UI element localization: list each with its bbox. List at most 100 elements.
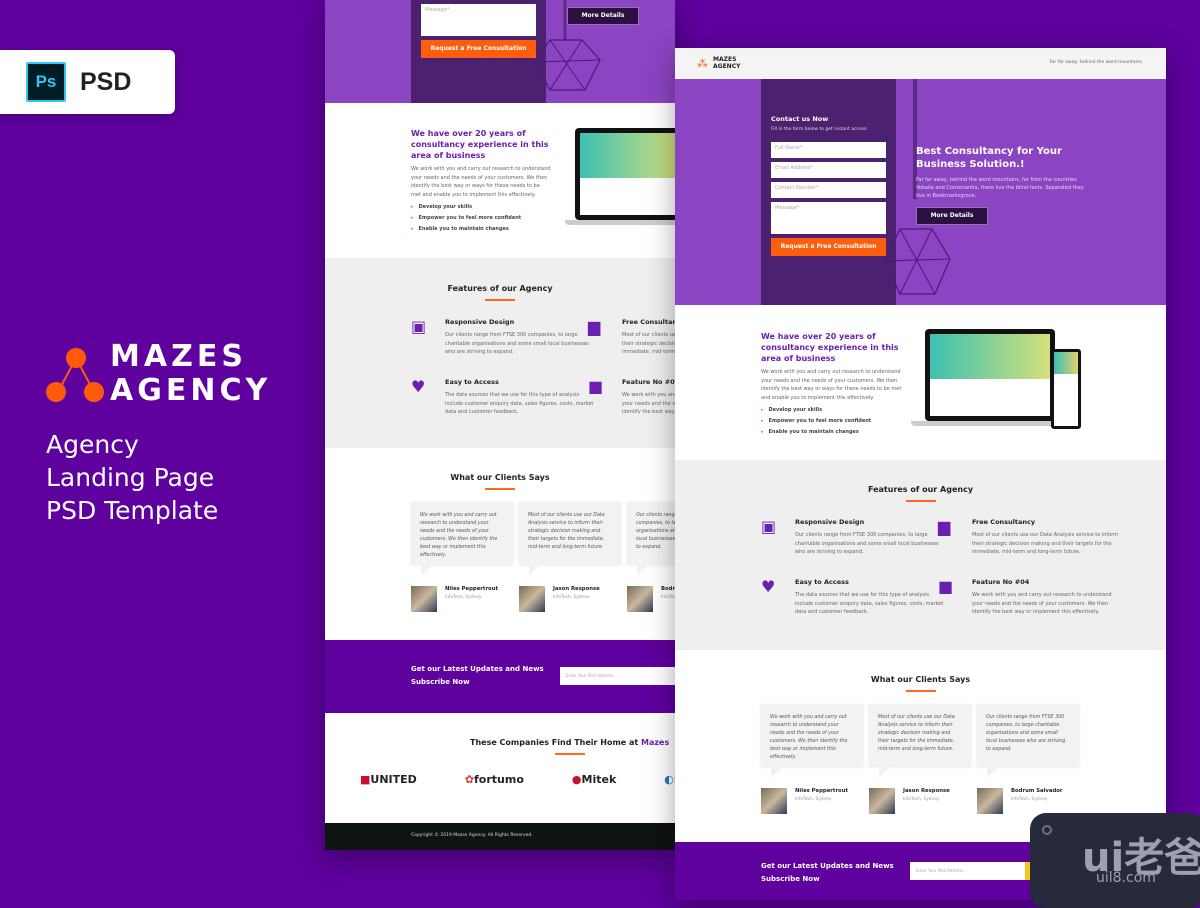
trolley-box-icon: ■ xyxy=(938,577,954,596)
feature-body: Most of our clients use our Data Analysi… xyxy=(972,532,1119,555)
laptop-tablet-mockup xyxy=(911,329,1086,429)
photoshop-icon: Ps xyxy=(26,62,66,102)
tagline-line: PSD Template xyxy=(46,496,219,525)
testimonial-quote: We work with you and carry out research … xyxy=(411,502,513,576)
newsletter-section: Get our Latest Updates and News Subscribe… xyxy=(325,640,675,713)
testimonials-title: What our Clients Says xyxy=(450,473,550,482)
full-name-field[interactable]: Full Name* xyxy=(771,142,886,158)
request-consultation-button[interactable]: Request a Free Consultation xyxy=(771,238,886,256)
page-preview-back: Message* Request a Free Consultation Mor… xyxy=(325,0,675,850)
access-hand-icon: ♥ xyxy=(761,577,776,596)
feature-body: We work with you and carry out research … xyxy=(622,392,675,415)
author-name: Bodrum Salvador xyxy=(661,586,675,592)
tagline-line: Landing Page xyxy=(46,463,215,492)
page-preview-front: ⁂ MAZES AGENCY Far far away, behind the w… xyxy=(675,48,1166,900)
feature-title: Easy to Access xyxy=(795,578,849,586)
avatar xyxy=(761,788,787,814)
newsletter-subheading: Subscribe Now xyxy=(411,678,470,686)
testimonial-card: We work with you and carry out research … xyxy=(411,502,513,612)
newsletter-heading: Get our Latest Updates and News xyxy=(411,665,544,673)
consultant-screen-icon: ▆ xyxy=(588,317,601,336)
site-header: ⁂ MAZES AGENCY Far far away, behind the w… xyxy=(675,48,1166,79)
author-name: Niles Peppertrout xyxy=(445,586,499,592)
brand-logo: MAZES AGENCY xyxy=(46,340,271,408)
about-title: We have over 20 years of consultancy exp… xyxy=(411,129,549,160)
watermark-url: uil8.com xyxy=(1096,870,1156,886)
testimonial-quote: Most of our clients use our Data Analysi… xyxy=(519,502,621,576)
avatar xyxy=(627,586,653,612)
trolley-box-icon: ■ xyxy=(588,377,604,396)
author-name: Niles Peppertrout xyxy=(795,788,849,794)
hero-section: Message* Request a Free Consultation Mor… xyxy=(325,0,675,103)
companies-title: These Companies Find Their Home at Mazes xyxy=(470,738,670,747)
author-org: InfoTech, Sydney xyxy=(1011,797,1048,802)
header-logo: ⁂ MAZES AGENCY xyxy=(697,56,741,70)
about-title: We have over 20 years of consultancy exp… xyxy=(761,332,899,363)
testimonial-card: Most of our clients use our Data Analysi… xyxy=(519,502,621,612)
footer: Copyright © 2019 Mazes Agency. All Right… xyxy=(325,823,675,850)
author-name: Jason Response xyxy=(903,788,950,794)
author-name: Bodrum Salvador xyxy=(1011,788,1063,794)
newsletter-subheading: Subscribe Now xyxy=(761,875,820,883)
psd-badge: Ps PSD xyxy=(0,50,175,114)
mitek-logo: ● Mitek xyxy=(571,773,617,786)
testimonial-card: Our clients range from FTSE 300 companie… xyxy=(627,502,675,612)
author-name: Jason Response xyxy=(553,586,600,592)
author-org: InfoTech, Sydney xyxy=(661,595,675,600)
feature-title: Easy to Access xyxy=(445,378,499,386)
message-field[interactable]: Message* xyxy=(421,4,536,36)
fortumo-logo: ✿ fortumo xyxy=(464,773,524,786)
feature-body: Our clients range from FTSE 300 companie… xyxy=(795,532,939,555)
consultant-screen-icon: ▆ xyxy=(938,517,951,536)
contact-number-field[interactable]: Contact Number* xyxy=(771,182,886,198)
about-bullet: Enable you to maintain changes xyxy=(411,226,551,232)
testimonial-card: We work with you and carry out research … xyxy=(761,704,863,814)
email-field[interactable]: Email Address* xyxy=(771,162,886,178)
united-logo: ■ UNITED xyxy=(360,773,417,786)
about-body: We work with you and carry out research … xyxy=(761,369,902,401)
watermark: ui老爸 uil8.com xyxy=(1030,813,1200,908)
feature-title: Responsive Design xyxy=(795,518,865,526)
newsletter-heading: Get our Latest Updates and News xyxy=(761,862,894,870)
feature-body: We work with you and carry out research … xyxy=(972,592,1112,615)
testimonial-card: Most of our clients use our Data Analysi… xyxy=(869,704,971,814)
brand-name-line2: AGENCY xyxy=(110,373,272,408)
newsletter-email-input[interactable]: Enter Your Mail Address... xyxy=(910,862,1025,880)
avatar xyxy=(519,586,545,612)
message-field[interactable]: Message* xyxy=(771,202,886,234)
request-consultation-button[interactable]: Request a Free Consultation xyxy=(421,40,536,58)
psd-label: PSD xyxy=(80,67,132,96)
mazes-logo-icon: ⁂ xyxy=(697,56,708,70)
about-bullet: Develop your skills xyxy=(411,204,551,210)
newsletter-email-input[interactable]: Enter Your Mail Address... xyxy=(560,667,675,685)
hero-body: Far far away, behind the word mountains,… xyxy=(916,177,1084,199)
contact-title: Contact us Now xyxy=(771,115,829,123)
hero-section: Contact us Now Fill in the form below to… xyxy=(675,79,1166,305)
laptop-mockup xyxy=(565,128,675,226)
author-org: InfoTech, Sydney xyxy=(795,797,832,802)
company-logos: ■UNITED ✿fortumo ●Mitek ◐Eme xyxy=(360,773,675,786)
about-section: We have over 20 years of consultancy exp… xyxy=(325,103,675,258)
feature-body: Most of our clients use our Data Analysi… xyxy=(622,332,675,355)
feature-body: The data sources that we use for this ty… xyxy=(795,592,944,615)
author-org: InfoTech, Sydney xyxy=(903,797,940,802)
about-section: We have over 20 years of consultancy exp… xyxy=(675,305,1166,460)
avatar xyxy=(411,586,437,612)
product-tagline: Agency Landing Page PSD Template xyxy=(46,428,218,527)
header-tagline: Far far away, behind the word mountains xyxy=(1049,60,1142,65)
eme-logo: ◐Eme xyxy=(664,773,675,786)
feature-title: Feature No #04 xyxy=(972,578,1030,586)
contact-subtitle: Fill in the form below to get instant ac… xyxy=(771,127,868,132)
responsive-devices-icon: ▣ xyxy=(411,317,427,336)
about-body: We work with you and carry out research … xyxy=(411,166,551,198)
companies-section: These Companies Find Their Home at Mazes… xyxy=(325,713,675,823)
testimonial-quote: We work with you and carry out research … xyxy=(761,704,863,778)
feature-body: Our clients range from FTSE 300 companie… xyxy=(445,332,589,355)
features-title: Features of our Agency xyxy=(867,485,974,494)
about-bullet: Develop your skills xyxy=(761,407,903,413)
more-details-button[interactable]: More Details xyxy=(916,207,988,225)
more-details-button[interactable]: More Details xyxy=(567,7,639,25)
features-section: Features of our Agency ▣ Responsive Desig… xyxy=(325,258,675,448)
about-bullet: Enable you to maintain changes xyxy=(761,429,903,435)
tagline-line: Agency xyxy=(46,430,139,459)
